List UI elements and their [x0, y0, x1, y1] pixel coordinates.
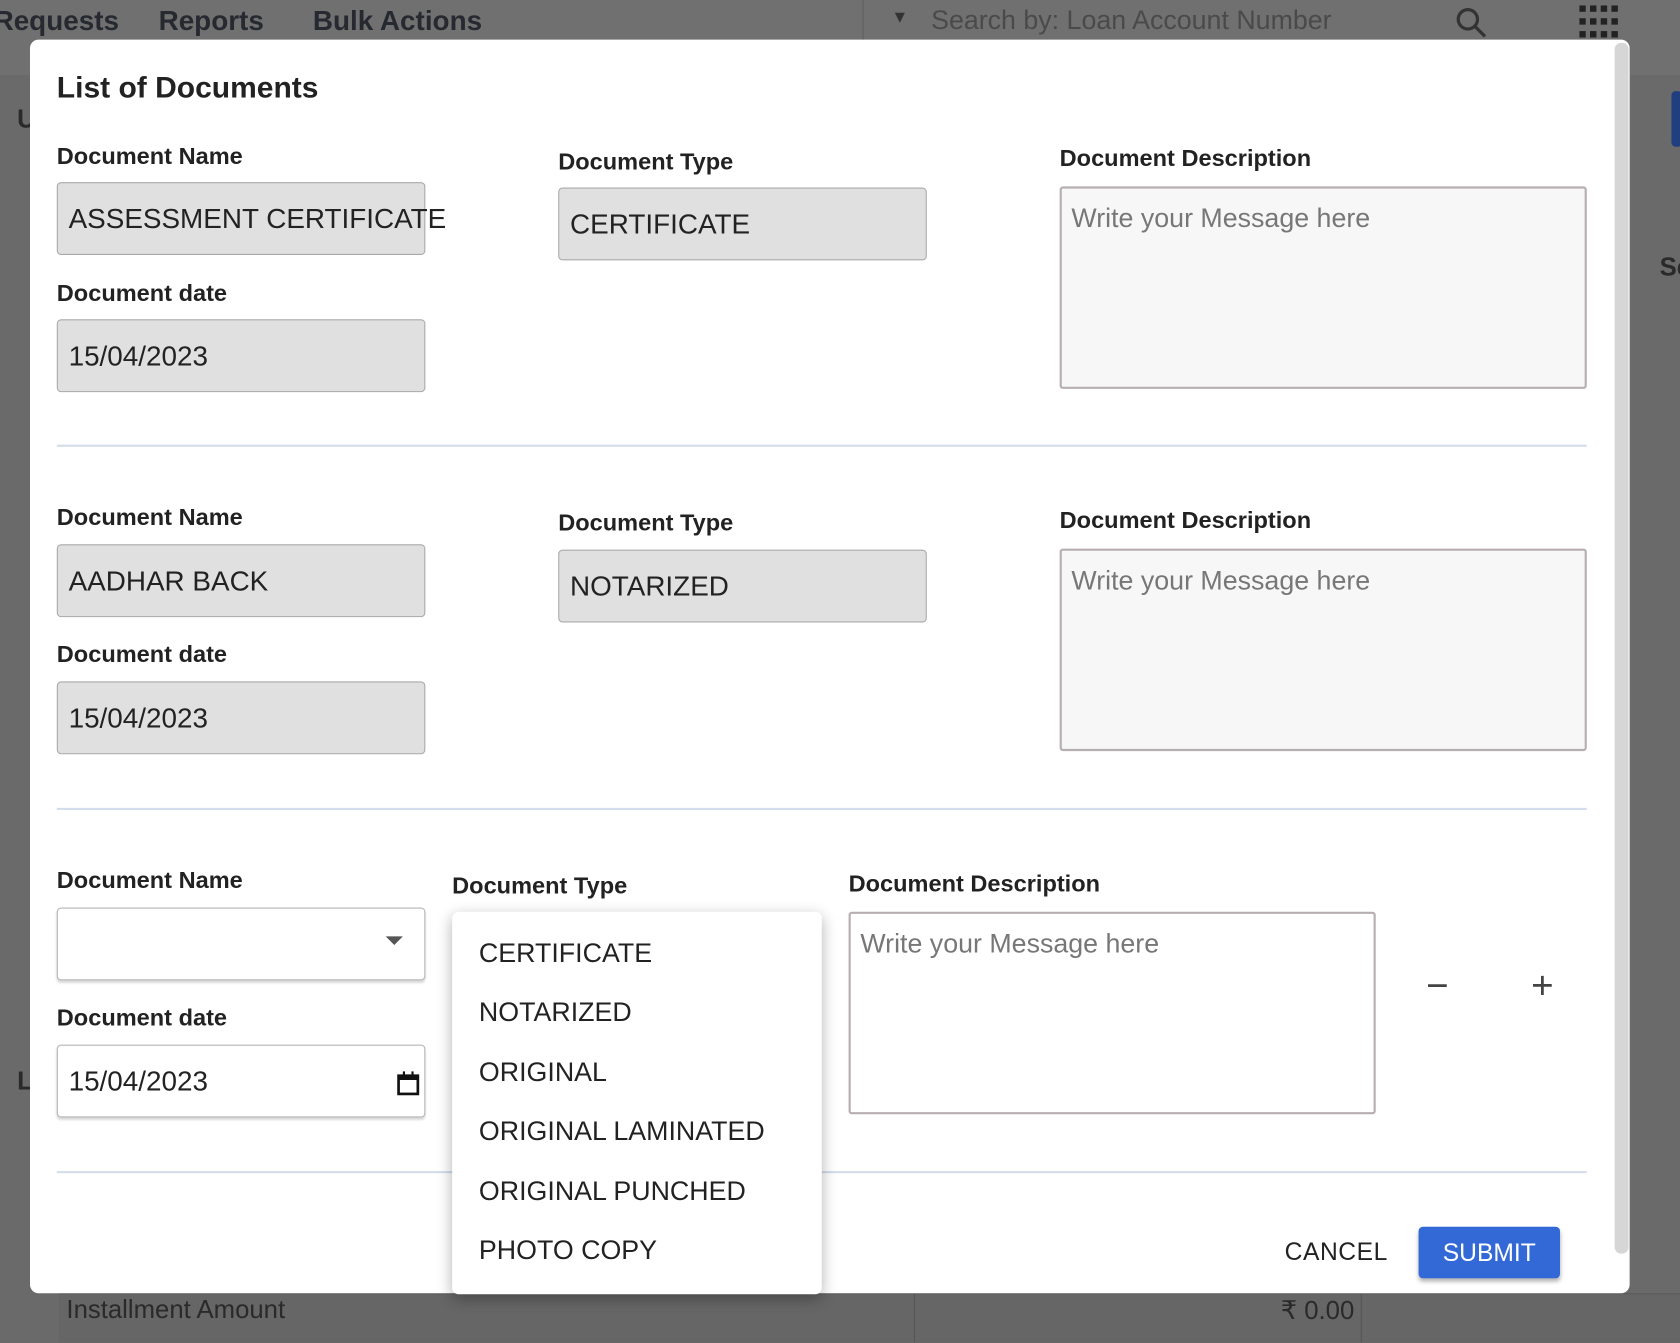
document-description-label: Document Description: [848, 870, 1101, 897]
option-original[interactable]: ORIGINAL: [479, 1058, 607, 1089]
option-photo-copy[interactable]: PHOTO COPY: [479, 1235, 657, 1266]
option-original-laminated[interactable]: ORIGINAL LAMINATED: [479, 1116, 765, 1147]
document-type-label: Document Type: [452, 872, 628, 899]
document-name-field[interactable]: AADHAR BACK: [56, 544, 426, 618]
document-name-label: Document Name: [56, 142, 243, 170]
document-date-label: Document date: [56, 640, 228, 668]
apps-grid-icon[interactable]: [1579, 5, 1620, 39]
option-original-punched[interactable]: ORIGINAL PUNCHED: [479, 1176, 746, 1207]
installment-amount-value: ₹ 0.00: [1280, 1296, 1355, 1326]
cancel-button[interactable]: CANCEL: [1285, 1238, 1388, 1267]
installment-amount-label: Installment Amount: [66, 1295, 286, 1325]
section-divider: [56, 444, 1587, 447]
document-type-field[interactable]: CERTIFICATE: [558, 187, 927, 261]
add-document-button[interactable]: +: [1531, 963, 1554, 1008]
document-type-dropdown-menu: CERTIFICATE NOTARIZED ORIGINAL ORIGINAL …: [452, 911, 822, 1295]
document-description-textarea[interactable]: Write your Message here: [1059, 548, 1587, 752]
document-type-label: Document Type: [558, 147, 734, 175]
document-name-label: Document Name: [56, 503, 243, 531]
document-date-value: 15/04/2023: [68, 1064, 209, 1097]
background-heading-sc: Sc: [1659, 252, 1680, 282]
nav-bulk-actions[interactable]: Bulk Actions: [313, 4, 482, 37]
document-date-field[interactable]: 15/04/2023: [56, 681, 426, 755]
section-divider: [56, 807, 1587, 811]
document-name-label: Document Name: [56, 866, 243, 894]
submit-button[interactable]: SUBMIT: [1418, 1226, 1561, 1279]
table-column-divider: [913, 1293, 916, 1343]
nav-reports[interactable]: Reports: [159, 4, 264, 37]
option-notarized[interactable]: NOTARIZED: [479, 998, 632, 1029]
document-date-field[interactable]: 15/04/2023: [56, 319, 426, 393]
search-filter-caret-icon[interactable]: ▼: [891, 9, 908, 28]
remove-document-button[interactable]: −: [1426, 963, 1449, 1008]
document-name-select[interactable]: [56, 907, 426, 981]
modal-title: List of Documents: [56, 70, 319, 104]
document-description-label: Document Description: [1059, 506, 1312, 534]
search-icon[interactable]: [1455, 6, 1487, 38]
document-date-input[interactable]: 15/04/2023: [56, 1044, 426, 1118]
documents-modal: List of Documents Document Name ASSESSME…: [30, 39, 1630, 1294]
document-description-textarea[interactable]: Write your Message here: [848, 911, 1376, 1115]
document-date-label: Document date: [56, 279, 228, 307]
calendar-icon[interactable]: [396, 1070, 420, 1096]
table-column-divider: [1360, 1293, 1362, 1343]
modal-scrollbar[interactable]: [1614, 42, 1629, 1254]
document-type-label: Document Type: [558, 508, 734, 536]
background-table-row: [58, 1293, 1680, 1343]
document-type-field[interactable]: NOTARIZED: [558, 549, 927, 623]
search-input[interactable]: Search by: Loan Account Number: [931, 5, 1332, 36]
document-name-field[interactable]: ASSESSMENT CERTIFICATE: [56, 182, 446, 256]
search-divider: [862, 0, 864, 43]
background-button: [1671, 91, 1680, 147]
nav-requests[interactable]: Requests: [0, 4, 119, 37]
document-description-textarea[interactable]: Write your Message here: [1059, 186, 1587, 389]
document-description-label: Document Description: [1059, 144, 1312, 172]
chevron-down-icon: [385, 936, 403, 946]
option-certificate[interactable]: CERTIFICATE: [479, 939, 652, 970]
document-date-label: Document date: [56, 1003, 228, 1031]
